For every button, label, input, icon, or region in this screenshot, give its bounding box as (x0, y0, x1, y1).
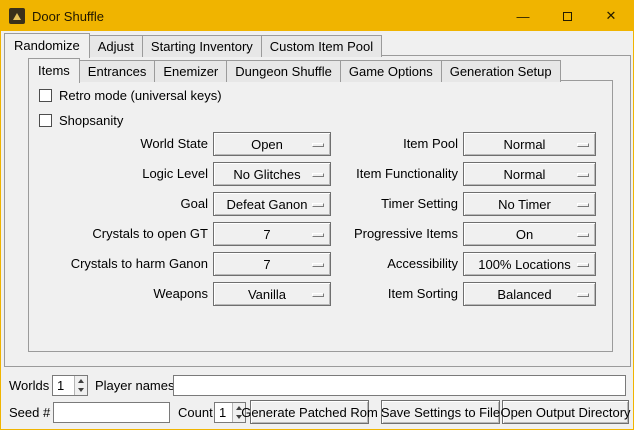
dropdown-indicator-icon (312, 263, 324, 267)
timer-setting-dropdown[interactable]: No Timer (463, 192, 596, 216)
tab-custom-item-pool[interactable]: Custom Item Pool (261, 35, 382, 57)
logic-level-label: Logic Level (31, 162, 208, 186)
window: Door Shuffle — ✕ Randomize Adjust Starti… (0, 0, 634, 430)
dropdown-indicator-icon (577, 293, 589, 297)
shopsanity-checkbox[interactable] (39, 114, 52, 127)
tab-randomize[interactable]: Randomize (4, 33, 90, 58)
worlds-spin-buttons (74, 376, 87, 395)
item-sorting-value: Balanced (497, 287, 561, 302)
timer-setting-label: Timer Setting (331, 192, 458, 216)
item-pool-label: Item Pool (331, 132, 458, 156)
accessibility-dropdown[interactable]: 100% Locations (463, 252, 596, 276)
item-functionality-label: Item Functionality (331, 162, 458, 186)
progressive-items-value: On (516, 227, 543, 242)
tab-entrances[interactable]: Entrances (79, 60, 156, 82)
dropdown-indicator-icon (312, 293, 324, 297)
worlds-spin-up-button[interactable] (75, 376, 87, 386)
accessibility-value: 100% Locations (478, 257, 581, 272)
crystals-harm-ganon-label: Crystals to harm Ganon (31, 252, 208, 276)
item-functionality-value: Normal (504, 167, 556, 182)
dropdown-indicator-icon (577, 263, 589, 267)
save-settings-button[interactable]: Save Settings to File (381, 400, 500, 424)
seed-input[interactable] (53, 402, 170, 423)
weapons-dropdown[interactable]: Vanilla (213, 282, 331, 306)
tab-dungeon-shuffle[interactable]: Dungeon Shuffle (226, 60, 341, 82)
worlds-label: Worlds (9, 378, 49, 393)
minimize-icon: — (517, 9, 530, 24)
item-pool-value: Normal (504, 137, 556, 152)
outer-tab-bar: Randomize Adjust Starting Inventory Cust… (4, 33, 381, 57)
close-button[interactable]: ✕ (589, 1, 633, 31)
accessibility-label: Accessibility (331, 252, 458, 276)
window-title: Door Shuffle (32, 9, 104, 24)
dropdown-indicator-icon (312, 203, 324, 207)
maximize-icon (563, 12, 572, 21)
goal-value: Defeat Ganon (227, 197, 318, 212)
item-functionality-dropdown[interactable]: Normal (463, 162, 596, 186)
retro-mode-label: Retro mode (universal keys) (59, 88, 222, 103)
dropdown-indicator-icon (577, 143, 589, 147)
generate-patched-rom-button[interactable]: Generate Patched Rom (250, 400, 369, 424)
tab-adjust[interactable]: Adjust (89, 35, 143, 57)
maximize-button[interactable] (545, 1, 589, 31)
shopsanity-label: Shopsanity (59, 113, 123, 128)
dropdown-indicator-icon (312, 173, 324, 177)
logic-level-value: No Glitches (233, 167, 310, 182)
dropdown-indicator-icon (577, 233, 589, 237)
crystals-open-gt-dropdown[interactable]: 7 (213, 222, 331, 246)
dropdown-indicator-icon (312, 233, 324, 237)
count-label: Count (178, 405, 213, 420)
close-icon: ✕ (606, 8, 617, 24)
shopsanity-row: Shopsanity (39, 112, 123, 128)
app-icon (9, 8, 25, 24)
crystals-open-gt-label: Crystals to open GT (31, 222, 208, 246)
tab-generation-setup[interactable]: Generation Setup (441, 60, 561, 82)
world-state-label: World State (31, 132, 208, 156)
retro-mode-checkbox[interactable] (39, 89, 52, 102)
player-names-input[interactable] (173, 375, 626, 396)
worlds-spinbox[interactable]: 1 (52, 375, 88, 396)
item-sorting-label: Item Sorting (331, 282, 458, 306)
titlebar[interactable]: Door Shuffle — ✕ (1, 1, 633, 31)
item-sorting-dropdown[interactable]: Balanced (463, 282, 596, 306)
inner-tab-bar: Items Entrances Enemizer Dungeon Shuffle… (28, 58, 560, 82)
dropdown-indicator-icon (312, 143, 324, 147)
dropdown-indicator-icon (577, 173, 589, 177)
tab-enemizer[interactable]: Enemizer (154, 60, 227, 82)
world-state-value: Open (251, 137, 293, 152)
crystals-open-gt-value: 7 (263, 227, 280, 242)
count-value: 1 (215, 403, 232, 422)
world-state-dropdown[interactable]: Open (213, 132, 331, 156)
dropdown-indicator-icon (577, 203, 589, 207)
goal-dropdown[interactable]: Defeat Ganon (213, 192, 331, 216)
progressive-items-dropdown[interactable]: On (463, 222, 596, 246)
weapons-label: Weapons (31, 282, 208, 306)
open-output-directory-button[interactable]: Open Output Directory (502, 400, 629, 424)
item-pool-dropdown[interactable]: Normal (463, 132, 596, 156)
tab-items[interactable]: Items (28, 58, 80, 83)
tab-starting-inventory[interactable]: Starting Inventory (142, 35, 262, 57)
player-names-label: Player names (95, 378, 174, 393)
logic-level-dropdown[interactable]: No Glitches (213, 162, 331, 186)
weapons-value: Vanilla (248, 287, 296, 302)
crystals-harm-ganon-dropdown[interactable]: 7 (213, 252, 331, 276)
crystals-harm-ganon-value: 7 (263, 257, 280, 272)
tab-game-options[interactable]: Game Options (340, 60, 442, 82)
goal-label: Goal (31, 192, 208, 216)
seed-label: Seed # (9, 405, 50, 420)
worlds-spin-down-button[interactable] (75, 386, 87, 396)
window-controls: — ✕ (501, 1, 633, 31)
timer-setting-value: No Timer (498, 197, 561, 212)
minimize-button[interactable]: — (501, 1, 545, 31)
progressive-items-label: Progressive Items (331, 222, 458, 246)
worlds-value: 1 (53, 376, 74, 395)
retro-mode-row: Retro mode (universal keys) (39, 87, 222, 103)
